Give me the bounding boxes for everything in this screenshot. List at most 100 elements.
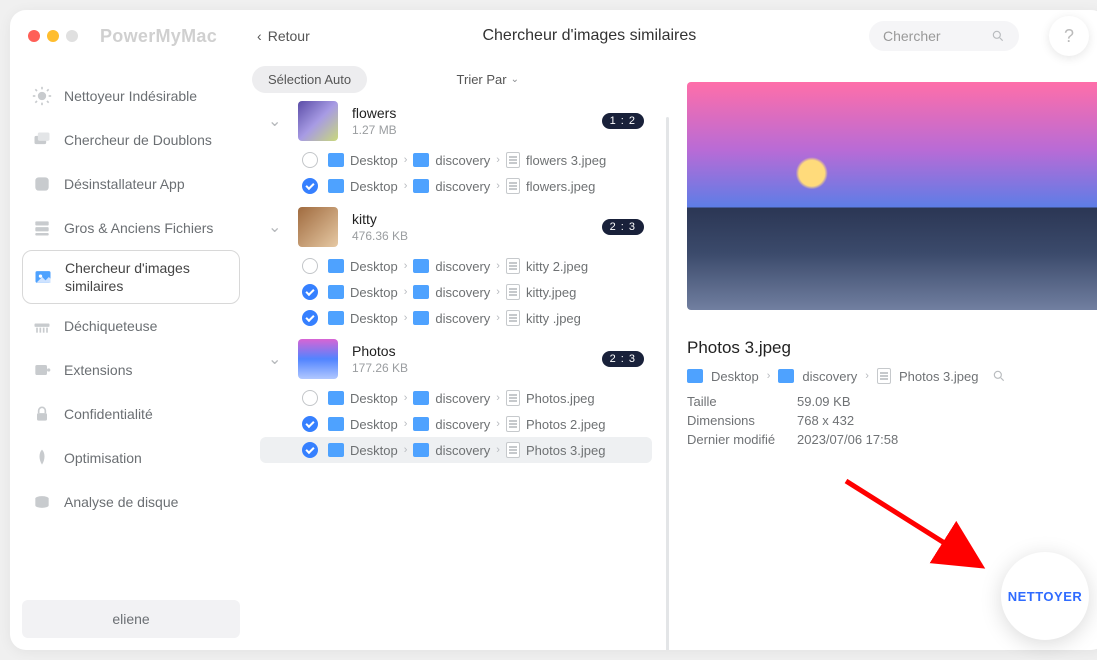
file-row[interactable]: Desktop› discovery› flowers.jpeg	[260, 173, 652, 199]
folder-icon	[778, 369, 794, 383]
file-row[interactable]: Desktop›discovery›Photos 2.jpeg	[260, 411, 652, 437]
sidebar-item-shredder[interactable]: Déchiqueteuse	[22, 304, 240, 348]
file-name: kitty.jpeg	[526, 285, 576, 300]
sidebar-item-label: Nettoyeur Indésirable	[64, 88, 197, 104]
file-icon	[877, 368, 891, 384]
clean-label: NETTOYER	[1008, 589, 1083, 604]
file-row[interactable]: Desktop›discovery›Photos 3.jpeg	[260, 437, 652, 463]
clean-button[interactable]: NETTOYER	[1001, 552, 1089, 640]
folder-icon	[328, 417, 344, 431]
user-chip[interactable]: eliene	[22, 600, 240, 638]
file-row[interactable]: Desktop› discovery› flowers 3.jpeg	[260, 147, 652, 173]
disk-icon	[32, 492, 52, 512]
checkbox[interactable]	[302, 284, 318, 300]
file-row[interactable]: Desktop›discovery›kitty.jpeg	[260, 279, 652, 305]
folder-icon	[413, 417, 429, 431]
meta-label-size: Taille	[687, 394, 797, 409]
close-window-button[interactable]	[28, 30, 40, 42]
chevron-down-icon[interactable]: ⌄	[268, 217, 284, 237]
file-name: kitty 2.jpeg	[526, 259, 588, 274]
sun-icon	[32, 86, 52, 106]
maximize-window-button[interactable]	[66, 30, 78, 42]
sidebar-item-optimisation[interactable]: Optimisation	[22, 436, 240, 480]
results-pane: Sélection Auto Trier Par ⌄ ⌄ flowers 1.2…	[252, 62, 669, 650]
sidebar: Nettoyeur Indésirable Chercheur de Doubl…	[10, 62, 252, 650]
meta-label-dimensions: Dimensions	[687, 413, 797, 428]
sidebar-item-label: Optimisation	[64, 450, 142, 466]
folder-icon	[413, 311, 429, 325]
group-count-badge: 2 : 3	[602, 219, 644, 235]
group-header[interactable]: ⌄ flowers 1.27 MB 1 : 2	[252, 101, 660, 147]
group-thumbnail	[298, 207, 338, 247]
folder-icon	[413, 285, 429, 299]
sidebar-item-disk-analysis[interactable]: Analyse de disque	[22, 480, 240, 524]
sidebar-item-privacy[interactable]: Confidentialité	[22, 392, 240, 436]
results-list[interactable]: ⌄ flowers 1.27 MB 1 : 2 Desktop› discove…	[252, 101, 666, 650]
folder-icon	[413, 391, 429, 405]
sidebar-item-duplicate-finder[interactable]: Chercheur de Doublons	[22, 118, 240, 162]
folder-icon	[413, 443, 429, 457]
chevron-down-icon[interactable]: ⌄	[268, 349, 284, 369]
meta-label-modified: Dernier modifié	[687, 432, 797, 447]
search-input[interactable]: Chercher	[869, 21, 1019, 51]
search-icon	[991, 29, 1005, 43]
sidebar-item-uninstaller[interactable]: Désinstallateur App	[22, 162, 240, 206]
back-label: Retour	[268, 28, 310, 44]
preview-image	[687, 82, 1097, 310]
folder-icon	[328, 285, 344, 299]
sidebar-item-label: Déchiqueteuse	[64, 318, 157, 334]
sidebar-item-extensions[interactable]: Extensions	[22, 348, 240, 392]
group-count-badge: 2 : 3	[602, 351, 644, 367]
group-count-badge: 1 : 2	[602, 113, 644, 129]
help-button[interactable]: ?	[1049, 16, 1089, 56]
group-size: 177.26 KB	[352, 361, 408, 375]
reveal-icon[interactable]	[992, 369, 1006, 383]
group-header[interactable]: ⌄ kitty 476.36 KB 2 : 3	[252, 207, 660, 253]
sort-by-dropdown[interactable]: Trier Par ⌄	[457, 72, 519, 87]
app-brand: PowerMyMac	[100, 26, 217, 47]
sidebar-item-label: Gros & Anciens Fichiers	[64, 220, 213, 236]
checkbox[interactable]	[302, 310, 318, 326]
sidebar-item-large-old-files[interactable]: Gros & Anciens Fichiers	[22, 206, 240, 250]
group-name: kitty	[352, 211, 408, 227]
folder-icon	[328, 311, 344, 325]
back-button[interactable]: ‹ Retour	[257, 28, 310, 44]
image-icon	[33, 267, 53, 287]
sidebar-item-label: Chercheur d'images similaires	[65, 259, 229, 295]
rocket-icon	[32, 448, 52, 468]
chevron-down-icon[interactable]: ⌄	[268, 111, 284, 131]
user-name: eliene	[112, 611, 149, 627]
folder-icon	[413, 179, 429, 193]
file-name: Photos 3.jpeg	[526, 443, 606, 458]
folder-icon	[328, 391, 344, 405]
folder-icon	[328, 153, 344, 167]
file-row[interactable]: Desktop›discovery›kitty 2.jpeg	[260, 253, 652, 279]
group-thumbnail	[298, 101, 338, 141]
checkbox[interactable]	[302, 178, 318, 194]
app-window: PowerMyMac ‹ Retour Chercheur d'images s…	[10, 10, 1097, 650]
auto-select-button[interactable]: Sélection Auto	[252, 66, 367, 93]
lock-icon	[32, 404, 52, 424]
checkbox[interactable]	[302, 442, 318, 458]
meta-value-size: 59.09 KB	[797, 394, 1085, 409]
sidebar-item-label: Extensions	[64, 362, 132, 378]
file-icon	[506, 442, 520, 458]
file-icon	[506, 284, 520, 300]
minimize-window-button[interactable]	[47, 30, 59, 42]
checkbox[interactable]	[302, 152, 318, 168]
checkbox[interactable]	[302, 390, 318, 406]
file-row[interactable]: Desktop›discovery›Photos.jpeg	[260, 385, 652, 411]
group-size: 1.27 MB	[352, 123, 397, 137]
sidebar-item-similar-images[interactable]: Chercheur d'images similaires	[22, 250, 240, 304]
folder-icon	[413, 153, 429, 167]
meta-value-dimensions: 768 x 432	[797, 413, 1085, 428]
sidebar-item-junk-cleaner[interactable]: Nettoyeur Indésirable	[22, 74, 240, 118]
file-name: Photos 2.jpeg	[526, 417, 606, 432]
group-header[interactable]: ⌄ Photos 177.26 KB 2 : 3	[252, 339, 660, 385]
folder-icon	[328, 179, 344, 193]
checkbox[interactable]	[302, 416, 318, 432]
file-row[interactable]: Desktop›discovery›kitty .jpeg	[260, 305, 652, 331]
checkbox[interactable]	[302, 258, 318, 274]
sidebar-item-label: Confidentialité	[64, 406, 153, 422]
file-icon	[506, 416, 520, 432]
